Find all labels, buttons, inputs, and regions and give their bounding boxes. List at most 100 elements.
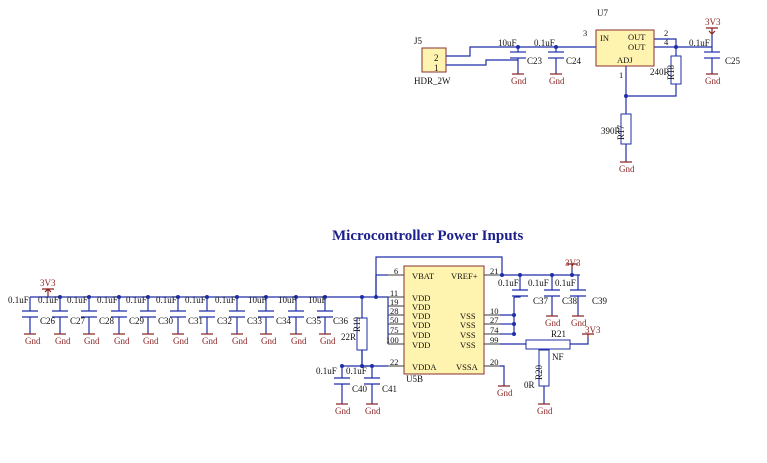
svg-text:C39: C39 [592,296,608,306]
svg-text:VSS: VSS [460,320,476,330]
svg-text:10uF: 10uF [248,295,267,305]
u7-pin-in-num: 3 [583,28,587,38]
svg-text:27: 27 [490,315,499,325]
svg-text:Gnd: Gnd [365,406,381,416]
svg-text:Gnd: Gnd [202,336,218,346]
svg-text:Gnd: Gnd [55,336,71,346]
j5-value: HDR_2W [414,76,451,86]
svg-text:99: 99 [490,335,499,345]
svg-text:3V3: 3V3 [565,258,581,268]
schematic-svg: J5 HDR_2W 2 1 U7 IN 3 OUT 2 OUT 4 ADJ 1 … [8,8,741,416]
c24-value: 0.1uF [534,38,555,48]
ground-symbol-bottom-2: Gnd [365,403,381,416]
section-title: Microcontroller Power Inputs [332,228,524,244]
j5-ref: J5 [414,36,423,46]
svg-text:22: 22 [390,357,399,367]
c24-ref: C24 [566,56,582,66]
u7-ref: U7 [597,8,608,18]
u7-pin-adj-num: 1 [619,70,623,80]
svg-text:74: 74 [490,325,499,335]
u7-pin-in-label: IN [600,33,609,43]
svg-text:Gnd: Gnd [549,76,565,86]
svg-text:VDD: VDD [412,330,430,340]
svg-text:0.1uF: 0.1uF [156,295,177,305]
capacitor-c25: 0.1uF C25 [689,38,741,66]
svg-text:75: 75 [390,325,399,335]
svg-text:NF: NF [552,352,564,362]
svg-text:U5B: U5B [406,374,423,384]
svg-text:Gnd: Gnd [619,164,635,174]
svg-text:0.1uF: 0.1uF [215,295,236,305]
svg-text:Gnd: Gnd [173,336,189,346]
power-symbol-r21: 3V3 [582,325,601,338]
svg-text:3V3: 3V3 [705,17,721,27]
svg-text:Gnd: Gnd [84,336,100,346]
svg-text:6: 6 [394,266,398,276]
svg-text:0.1uF: 0.1uF [126,295,147,305]
svg-text:3V3: 3V3 [585,325,601,335]
u7-pin-out2-label: OUT [628,42,646,52]
schematic-canvas: J5 HDR_2W 2 1 U7 IN 3 OUT 2 OUT 4 ADJ 1 … [0,0,767,463]
svg-text:VDD: VDD [412,340,430,350]
svg-text:10uF: 10uF [278,295,297,305]
svg-text:0R: 0R [524,380,535,390]
svg-text:Gnd: Gnd [511,76,527,86]
svg-text:VSSA: VSSA [456,362,479,372]
svg-text:R19: R19 [352,316,362,332]
svg-text:21: 21 [490,266,499,276]
ground-symbol-top-2: Gnd [549,73,565,86]
svg-text:C40: C40 [352,384,368,394]
svg-text:Gnd: Gnd [497,388,513,398]
svg-text:0.1uF: 0.1uF [67,295,88,305]
svg-text:10uF: 10uF [308,295,327,305]
svg-text:0.1uF: 0.1uF [316,366,337,376]
resistor-r20: R20 0R [524,349,550,390]
svg-text:VSS: VSS [460,340,476,350]
svg-text:C38: C38 [562,296,578,306]
c25-value: 0.1uF [689,38,710,48]
j5-pin-1: 1 [434,63,439,73]
svg-text:20: 20 [490,357,499,367]
svg-text:Gnd: Gnd [545,318,561,328]
svg-text:0.1uF: 0.1uF [185,295,206,305]
svg-text:0.1uF: 0.1uF [498,278,519,288]
c23-value: 10uF [498,38,517,48]
svg-text:Gnd: Gnd [705,76,721,86]
c25-ref: C25 [725,56,741,66]
svg-text:Gnd: Gnd [320,336,336,346]
svg-text:Gnd: Gnd [335,406,351,416]
svg-text:3V3: 3V3 [40,278,56,288]
svg-text:Gnd: Gnd [291,336,307,346]
ground-symbol-top-3: Gnd [705,73,721,86]
svg-text:Gnd: Gnd [537,406,553,416]
power-symbol-top: 3V3 [705,17,721,35]
svg-text:Gnd: Gnd [114,336,130,346]
r18-value: 240R [650,67,670,77]
r17-value: 390R [601,126,621,136]
connector-j5: J5 HDR_2W 2 1 [414,36,451,86]
svg-text:0.1uF: 0.1uF [555,278,576,288]
svg-text:C36: C36 [333,316,349,326]
power-symbol-vref: 3V3 [565,258,581,269]
svg-text:0.1uF: 0.1uF [528,278,549,288]
svg-text:22R: 22R [341,332,356,342]
j5-pin-2: 2 [434,53,439,63]
svg-text:VBAT: VBAT [412,271,435,281]
svg-text:VSS: VSS [460,330,476,340]
svg-text:VREF+: VREF+ [451,271,478,281]
ground-symbol-top-1: Gnd [511,73,527,86]
ground-symbol-top-4: Gnd [619,161,635,174]
ground-symbol-bottom-3: Gnd [497,385,513,398]
svg-text:VDDA: VDDA [412,362,437,372]
u7-pin-out1-label: OUT [628,32,646,42]
svg-text:C37: C37 [533,296,549,306]
svg-text:Gnd: Gnd [25,336,41,346]
svg-text:0.1uF: 0.1uF [38,295,59,305]
ground-symbol-vref-1: Gnd [545,315,561,328]
svg-text:Gnd: Gnd [232,336,248,346]
svg-text:0.1uF: 0.1uF [346,366,367,376]
svg-text:Gnd: Gnd [143,336,159,346]
ground-symbol-bottom-1: Gnd [335,403,351,416]
svg-text:VDD: VDD [412,320,430,330]
c23-ref: C23 [527,56,543,66]
